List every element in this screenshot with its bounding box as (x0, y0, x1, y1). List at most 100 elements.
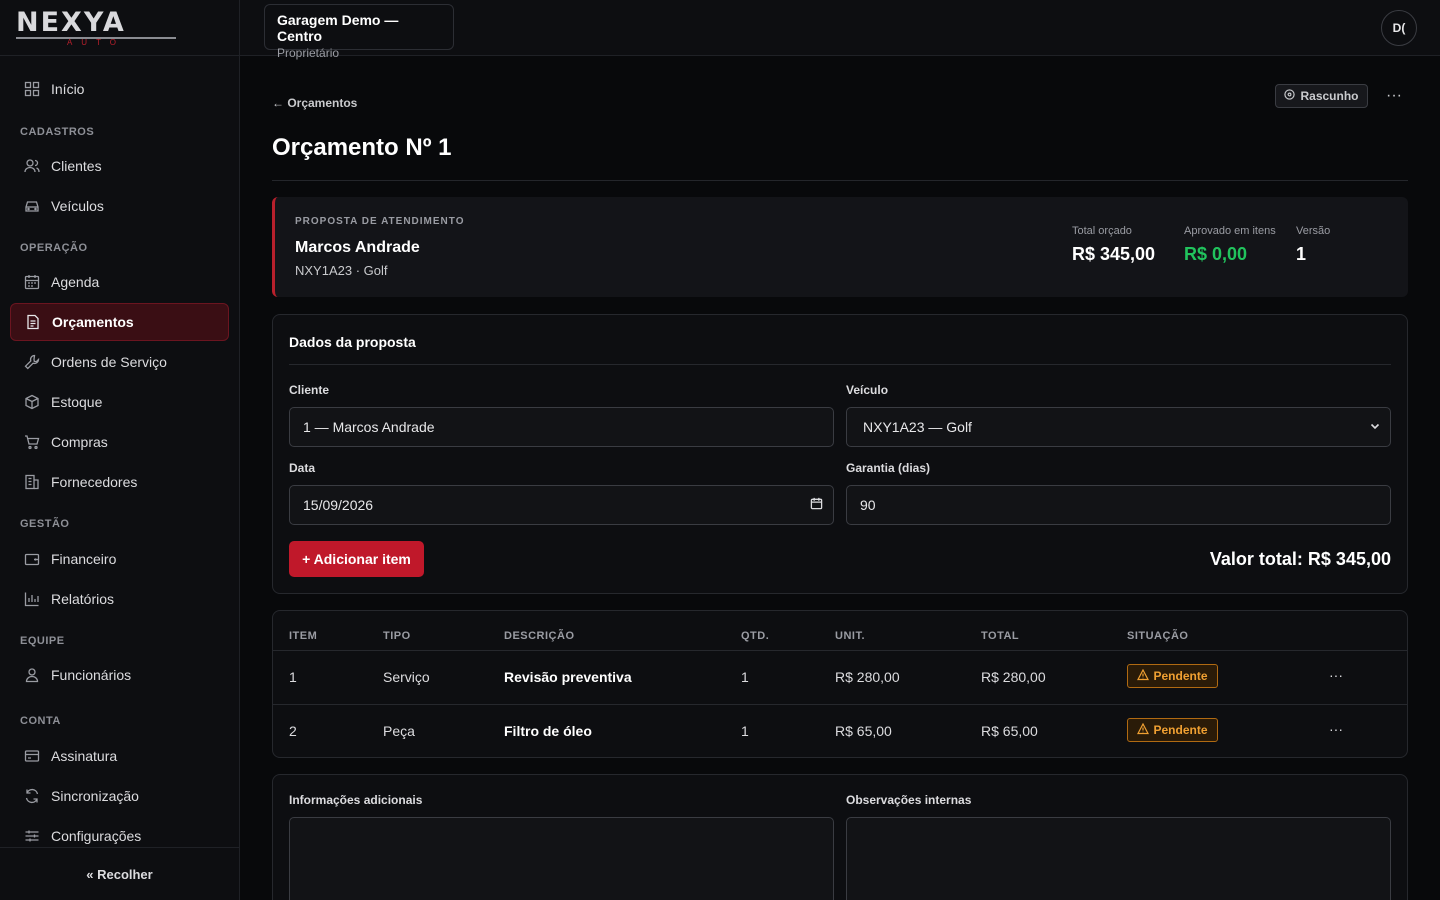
back-link[interactable]: ← Orçamentos (272, 96, 357, 110)
sidebar-item-sincronizacao[interactable]: Sincronização (10, 777, 229, 815)
cell-qtd: 1 (741, 669, 749, 685)
circle-icon (1284, 89, 1296, 103)
status-badge-label: Rascunho (1300, 89, 1359, 103)
logo[interactable]: NEXYA AUTO (0, 0, 239, 56)
section-cadastros: CADASTROS (20, 126, 95, 138)
avatar[interactable]: D( (1381, 10, 1417, 46)
sidebar: NEXYA AUTO Início CADASTROS Clientes Veí… (0, 0, 240, 900)
vehicle-label: Veículo (846, 383, 889, 397)
status-badge[interactable]: Rascunho (1275, 84, 1368, 108)
sidebar-item-clientes[interactable]: Clientes (10, 147, 229, 185)
date-label: Data (289, 461, 316, 475)
org-switcher[interactable]: Garagem Demo — Centro Proprietário (264, 4, 454, 60)
warranty-field[interactable]: 90 (846, 485, 1391, 525)
sliders-icon (23, 827, 41, 845)
topbar: Garagem Demo — Centro Proprietário D( (240, 0, 1440, 60)
summary-client: Marcos Andrade (295, 239, 420, 256)
client-value: 1 — Marcos Andrade (303, 419, 435, 435)
cell-tipo: Peça (383, 723, 415, 739)
sidebar-item-orcamentos[interactable]: Orçamentos (10, 303, 229, 341)
table-header: SITUAÇÃO (1127, 630, 1189, 642)
sidebar-item-label: Funcionários (51, 667, 132, 683)
table-header: TIPO (383, 630, 411, 642)
sidebar-item-label: Orçamentos (52, 314, 134, 330)
proposal-form-card: Dados da proposta Cliente 1 — Marcos And… (272, 314, 1408, 594)
cell-unit: R$ 280,00 (835, 669, 900, 685)
sidebar-item-ordens[interactable]: Ordens de Serviço (10, 343, 229, 381)
stat-label: Aprovado em itens (1184, 225, 1276, 237)
cell-qtd: 1 (741, 723, 749, 739)
additional-info-textarea[interactable] (289, 817, 834, 900)
user-icon (23, 666, 41, 684)
stat-label: Versão (1296, 225, 1331, 237)
sidebar-item-label: Assinatura (51, 748, 118, 764)
date-value: 15/09/2026 (303, 497, 374, 513)
box-icon (23, 393, 41, 411)
stat-approved: Aprovado em itens R$ 0,00 (1184, 225, 1276, 265)
sidebar-item-label: Sincronização (51, 788, 139, 804)
sidebar-item-agenda[interactable]: Agenda (10, 263, 229, 301)
credit-card-icon (23, 747, 41, 765)
add-item-button[interactable]: + Adicionar item (289, 541, 424, 577)
cell-total: R$ 65,00 (981, 723, 1038, 739)
sidebar-item-veiculos[interactable]: Veículos (10, 187, 229, 225)
section-equipe: EQUIPE (20, 635, 65, 647)
stat-version: Versão 1 (1296, 225, 1330, 265)
internal-notes-label: Observações internas (846, 793, 972, 807)
row-more-icon[interactable]: ··· (1329, 721, 1343, 737)
notes-card: Informações adicionais Observações inter… (272, 774, 1408, 900)
sidebar-item-estoque[interactable]: Estoque (10, 383, 229, 421)
document-icon (24, 313, 42, 331)
cell-total: R$ 280,00 (981, 669, 1046, 685)
warning-icon (1137, 722, 1150, 738)
calendar-icon[interactable] (810, 497, 823, 513)
stat-value: R$ 345,00 (1072, 244, 1156, 264)
sidebar-item-label: Clientes (51, 158, 102, 174)
cart-icon (23, 433, 41, 451)
sidebar-item-label: Veículos (51, 198, 104, 214)
sidebar-item-assinatura[interactable]: Assinatura (10, 737, 229, 775)
stat-value: R$ 0,00 (1184, 244, 1248, 264)
building-icon (23, 473, 41, 491)
wrench-icon (23, 353, 41, 371)
internal-notes-textarea[interactable] (846, 817, 1391, 900)
grid-icon (23, 80, 41, 98)
sidebar-item-label: Fornecedores (51, 474, 138, 490)
additional-info-label: Informações adicionais (289, 793, 423, 807)
items-table: ITEM TIPO DESCRIÇÃO QTD. UNIT. TOTAL SIT… (272, 610, 1408, 758)
table-header: QTD. (741, 630, 770, 642)
sidebar-item-financeiro[interactable]: Financeiro (10, 540, 229, 578)
card-title: Dados da proposta (289, 334, 416, 350)
bar-chart-icon (23, 590, 41, 608)
row-more-icon[interactable]: ··· (1329, 667, 1343, 683)
sidebar-item-inicio[interactable]: Início (10, 70, 229, 108)
collapse-sidebar-button[interactable]: « Recolher (0, 847, 239, 900)
total-value: Valor total: R$ 345,00 (1209, 549, 1391, 569)
sidebar-item-funcionarios[interactable]: Funcionários (10, 656, 229, 694)
client-field[interactable]: 1 — Marcos Andrade (289, 407, 834, 447)
sidebar-item-compras[interactable]: Compras (10, 423, 229, 461)
logo-wordmark: NEXYA (16, 7, 126, 38)
section-conta: CONTA (20, 715, 61, 727)
cell-descricao: Filtro de óleo (504, 723, 592, 739)
cell-unit: R$ 65,00 (835, 723, 892, 739)
vehicle-select[interactable]: NXY1A23 — Golf (846, 407, 1391, 447)
date-field[interactable]: 15/09/2026 (289, 485, 834, 525)
table-header: UNIT. (835, 630, 865, 642)
sidebar-item-fornecedores[interactable]: Fornecedores (10, 463, 229, 501)
sidebar-item-label: Agenda (51, 274, 100, 290)
sidebar-item-label: Ordens de Serviço (51, 354, 167, 370)
sidebar-item-label: Compras (51, 434, 108, 450)
org-name: Garagem Demo — Centro (277, 12, 399, 44)
summary-card: PROPOSTA DE ATENDIMENTO Marcos Andrade N… (272, 197, 1408, 297)
status-label: Pendente (1153, 723, 1208, 737)
divider (273, 650, 1407, 651)
sidebar-item-relatorios[interactable]: Relatórios (10, 580, 229, 618)
cell-item: 2 (289, 723, 297, 739)
more-options-icon[interactable]: ··· (1382, 84, 1406, 108)
sidebar-item-label: Financeiro (51, 551, 117, 567)
warranty-value: 90 (860, 497, 876, 513)
logo-subtitle: AUTO (16, 37, 176, 47)
cell-tipo: Serviço (383, 669, 430, 685)
warning-icon (1137, 668, 1150, 684)
